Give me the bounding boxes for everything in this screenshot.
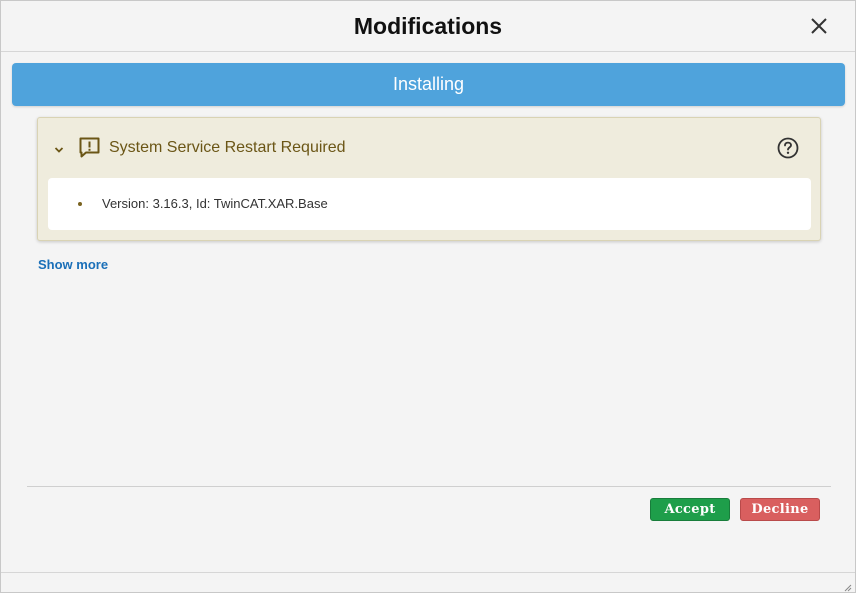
warning-message-icon <box>78 136 101 159</box>
divider <box>27 486 831 487</box>
accept-button[interactable]: Accept <box>650 498 730 521</box>
notice-title: System Service Restart Required <box>109 139 346 156</box>
status-bar: Installing <box>12 63 845 106</box>
close-icon <box>811 18 827 34</box>
decline-button[interactable]: Decline <box>740 498 820 521</box>
notice-card-header[interactable]: System Service Restart Required <box>38 118 820 178</box>
help-icon[interactable] <box>777 137 799 159</box>
notice-card-body: Version: 3.16.3, Id: TwinCAT.XAR.Base <box>48 178 811 230</box>
dialog-header: Modifications <box>1 1 855 52</box>
chevron-down-icon[interactable] <box>53 143 65 155</box>
resize-grip-icon[interactable] <box>842 579 852 592</box>
list-bullet <box>78 202 82 206</box>
footer-divider <box>1 572 855 573</box>
close-button[interactable] <box>809 16 829 36</box>
modifications-dialog: Modifications Installing System Service … <box>0 0 856 593</box>
list-item: Version: 3.16.3, Id: TwinCAT.XAR.Base <box>102 196 328 211</box>
notice-card: System Service Restart Required Version:… <box>37 117 821 241</box>
show-more-link[interactable]: Show more <box>38 257 108 272</box>
dialog-title: Modifications <box>353 13 503 39</box>
